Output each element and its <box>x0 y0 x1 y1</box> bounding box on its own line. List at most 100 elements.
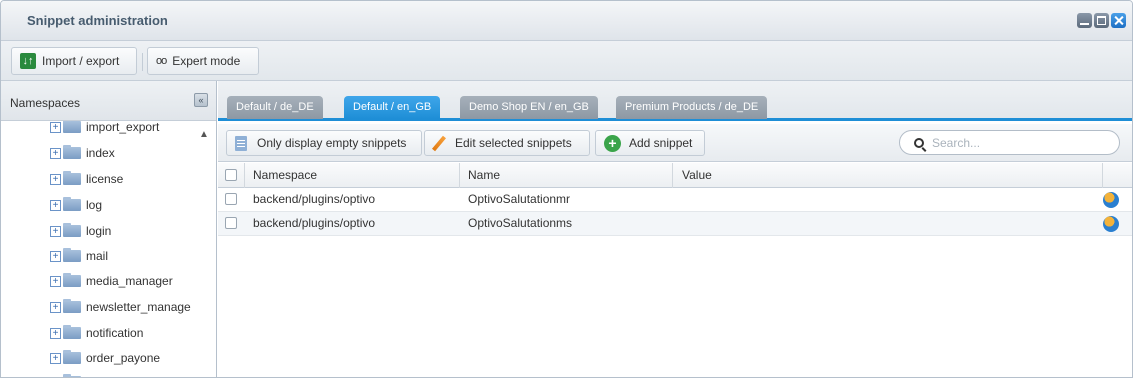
maximize-icon[interactable] <box>1094 13 1109 28</box>
namespaces-title: Namespaces <box>10 96 81 110</box>
column-header-value[interactable]: Value <box>682 163 712 187</box>
row-checkbox[interactable] <box>225 193 237 205</box>
folder-icon <box>63 248 81 262</box>
expand-icon[interactable]: + <box>50 301 61 313</box>
expand-icon[interactable]: + <box>50 199 61 211</box>
column-divider <box>244 163 245 188</box>
tree-item-label: login <box>86 224 112 238</box>
pencil-icon <box>432 135 446 151</box>
import-export-label: Import / export <box>42 54 120 68</box>
tab-demo-shop-en-gb[interactable]: Demo Shop EN / en_GB <box>460 96 598 119</box>
expand-icon[interactable]: + <box>50 327 61 339</box>
grid-toolbar: Only display empty snippets Edit selecte… <box>218 124 1132 162</box>
tree-item-label: license <box>86 172 124 186</box>
tab-label: Default / en_GB <box>353 101 432 113</box>
window-titlebar[interactable]: Snippet administration <box>1 1 1132 41</box>
tree-item-label: log <box>86 198 103 212</box>
expand-icon[interactable]: + <box>50 225 61 237</box>
select-all-checkbox[interactable] <box>225 169 237 181</box>
folder-icon <box>63 350 81 364</box>
namespace-tree: ▲ + import_export + index + license + lo… <box>1 121 216 377</box>
document-icon <box>235 135 247 151</box>
tree-item-label: media_manager <box>86 274 173 288</box>
expand-icon[interactable]: + <box>50 250 61 262</box>
column-header-namespace[interactable]: Namespace <box>253 163 317 187</box>
import-export-button[interactable]: ↓↑ Import / export <box>11 47 137 75</box>
tree-item-mail[interactable]: + mail <box>50 247 108 265</box>
expand-icon[interactable]: + <box>50 147 61 159</box>
expand-icon[interactable]: + <box>50 173 61 185</box>
namespaces-panel: Namespaces « ▲ + import_export + index +… <box>1 81 217 377</box>
minimize-icon[interactable] <box>1077 13 1092 28</box>
tab-premium-products-de-de[interactable]: Premium Products / de_DE <box>616 96 768 119</box>
expert-mode-label: Expert mode <box>172 54 241 68</box>
tree-item-media-manager[interactable]: + media_manager <box>50 272 173 290</box>
arrows-updown-icon: ↓↑ <box>20 53 36 69</box>
grid-header: Namespace Name Value <box>218 163 1132 188</box>
tab-label: Default / de_DE <box>236 101 314 113</box>
close-icon[interactable] <box>1111 13 1126 28</box>
main-toolbar: ↓↑ Import / export oo Expert mode <box>1 41 1132 81</box>
globe-icon[interactable] <box>1103 216 1119 232</box>
shop-locale-tabs: Default / de_DE Default / en_GB Demo Sho… <box>218 81 1132 121</box>
column-divider <box>459 163 460 188</box>
tree-item-order-payone[interactable]: + order_payone <box>50 349 160 367</box>
cell-namespace: backend/plugins/optivo <box>253 192 376 206</box>
only-empty-snippets-button[interactable]: Only display empty snippets <box>226 130 422 156</box>
tree-item-index[interactable]: + index <box>50 144 115 162</box>
search-input[interactable] <box>932 135 1102 150</box>
window-controls <box>1077 13 1126 28</box>
expert-mode-button[interactable]: oo Expert mode <box>147 47 259 75</box>
tree-item-log[interactable]: + log <box>50 196 102 214</box>
expand-icon[interactable]: + <box>50 121 61 133</box>
namespaces-header: Namespaces « <box>1 81 216 121</box>
folder-icon <box>63 273 81 287</box>
tree-item-notification[interactable]: + notification <box>50 324 143 342</box>
double-chevron-left-icon[interactable]: « <box>194 93 208 107</box>
search-icon <box>914 137 924 148</box>
tree-item-license[interactable]: + license <box>50 170 123 188</box>
tree-item-label: index <box>86 146 115 160</box>
plus-icon: + <box>604 134 621 152</box>
tree-item-import-export[interactable]: + import_export <box>50 121 159 136</box>
tab-default-en-gb[interactable]: Default / en_GB <box>344 96 441 119</box>
snippet-admin-window: Snippet administration ↓↑ Import / expor… <box>0 0 1133 378</box>
add-snippet-button[interactable]: + Add snippet <box>595 130 705 156</box>
table-row[interactable]: backend/plugins/optivo OptivoSalutationm… <box>218 212 1132 236</box>
cell-namespace: backend/plugins/optivo <box>253 216 376 230</box>
tree-item-label: mail <box>86 249 109 263</box>
cell-name: OptivoSalutationms <box>468 216 573 230</box>
folder-icon <box>63 325 81 339</box>
folder-icon <box>63 197 81 211</box>
folder-icon <box>63 145 81 159</box>
tree-item-login[interactable]: + login <box>50 222 111 240</box>
column-header-name[interactable]: Name <box>468 163 500 187</box>
folder-icon <box>63 223 81 237</box>
globe-icon[interactable] <box>1103 192 1119 208</box>
add-snippet-label: Add snippet <box>629 136 693 150</box>
folder-icon <box>63 171 81 185</box>
edit-selected-snippets-label: Edit selected snippets <box>455 136 572 150</box>
expand-icon[interactable]: + <box>50 275 61 287</box>
row-checkbox[interactable] <box>225 217 237 229</box>
expand-icon[interactable]: + <box>50 352 61 364</box>
window-title: Snippet administration <box>27 13 168 28</box>
edit-selected-snippets-button[interactable]: Edit selected snippets <box>424 130 590 156</box>
tree-item-label: import_export <box>86 121 160 134</box>
tab-default-de-de[interactable]: Default / de_DE <box>227 96 323 119</box>
tree-item-order[interactable]: + order <box>50 373 114 377</box>
cell-name: OptivoSalutationmr <box>468 192 571 206</box>
tree-item-label: order_payone <box>86 351 161 365</box>
tab-label: Premium Products / de_DE <box>625 101 759 113</box>
tab-label: Demo Shop EN / en_GB <box>469 101 589 113</box>
snippets-panel: Default / de_DE Default / en_GB Demo Sho… <box>218 81 1132 377</box>
tree-item-label: notification <box>86 326 144 340</box>
glasses-icon: oo <box>156 55 167 67</box>
column-divider <box>1102 163 1103 188</box>
column-divider <box>672 163 673 188</box>
folder-icon <box>63 121 81 133</box>
table-row[interactable]: backend/plugins/optivo OptivoSalutationm… <box>218 188 1132 212</box>
chevron-up-icon[interactable]: ▲ <box>199 129 209 140</box>
tree-item-newsletter-manage[interactable]: + newsletter_manage <box>50 298 191 316</box>
search-field[interactable] <box>899 130 1120 155</box>
